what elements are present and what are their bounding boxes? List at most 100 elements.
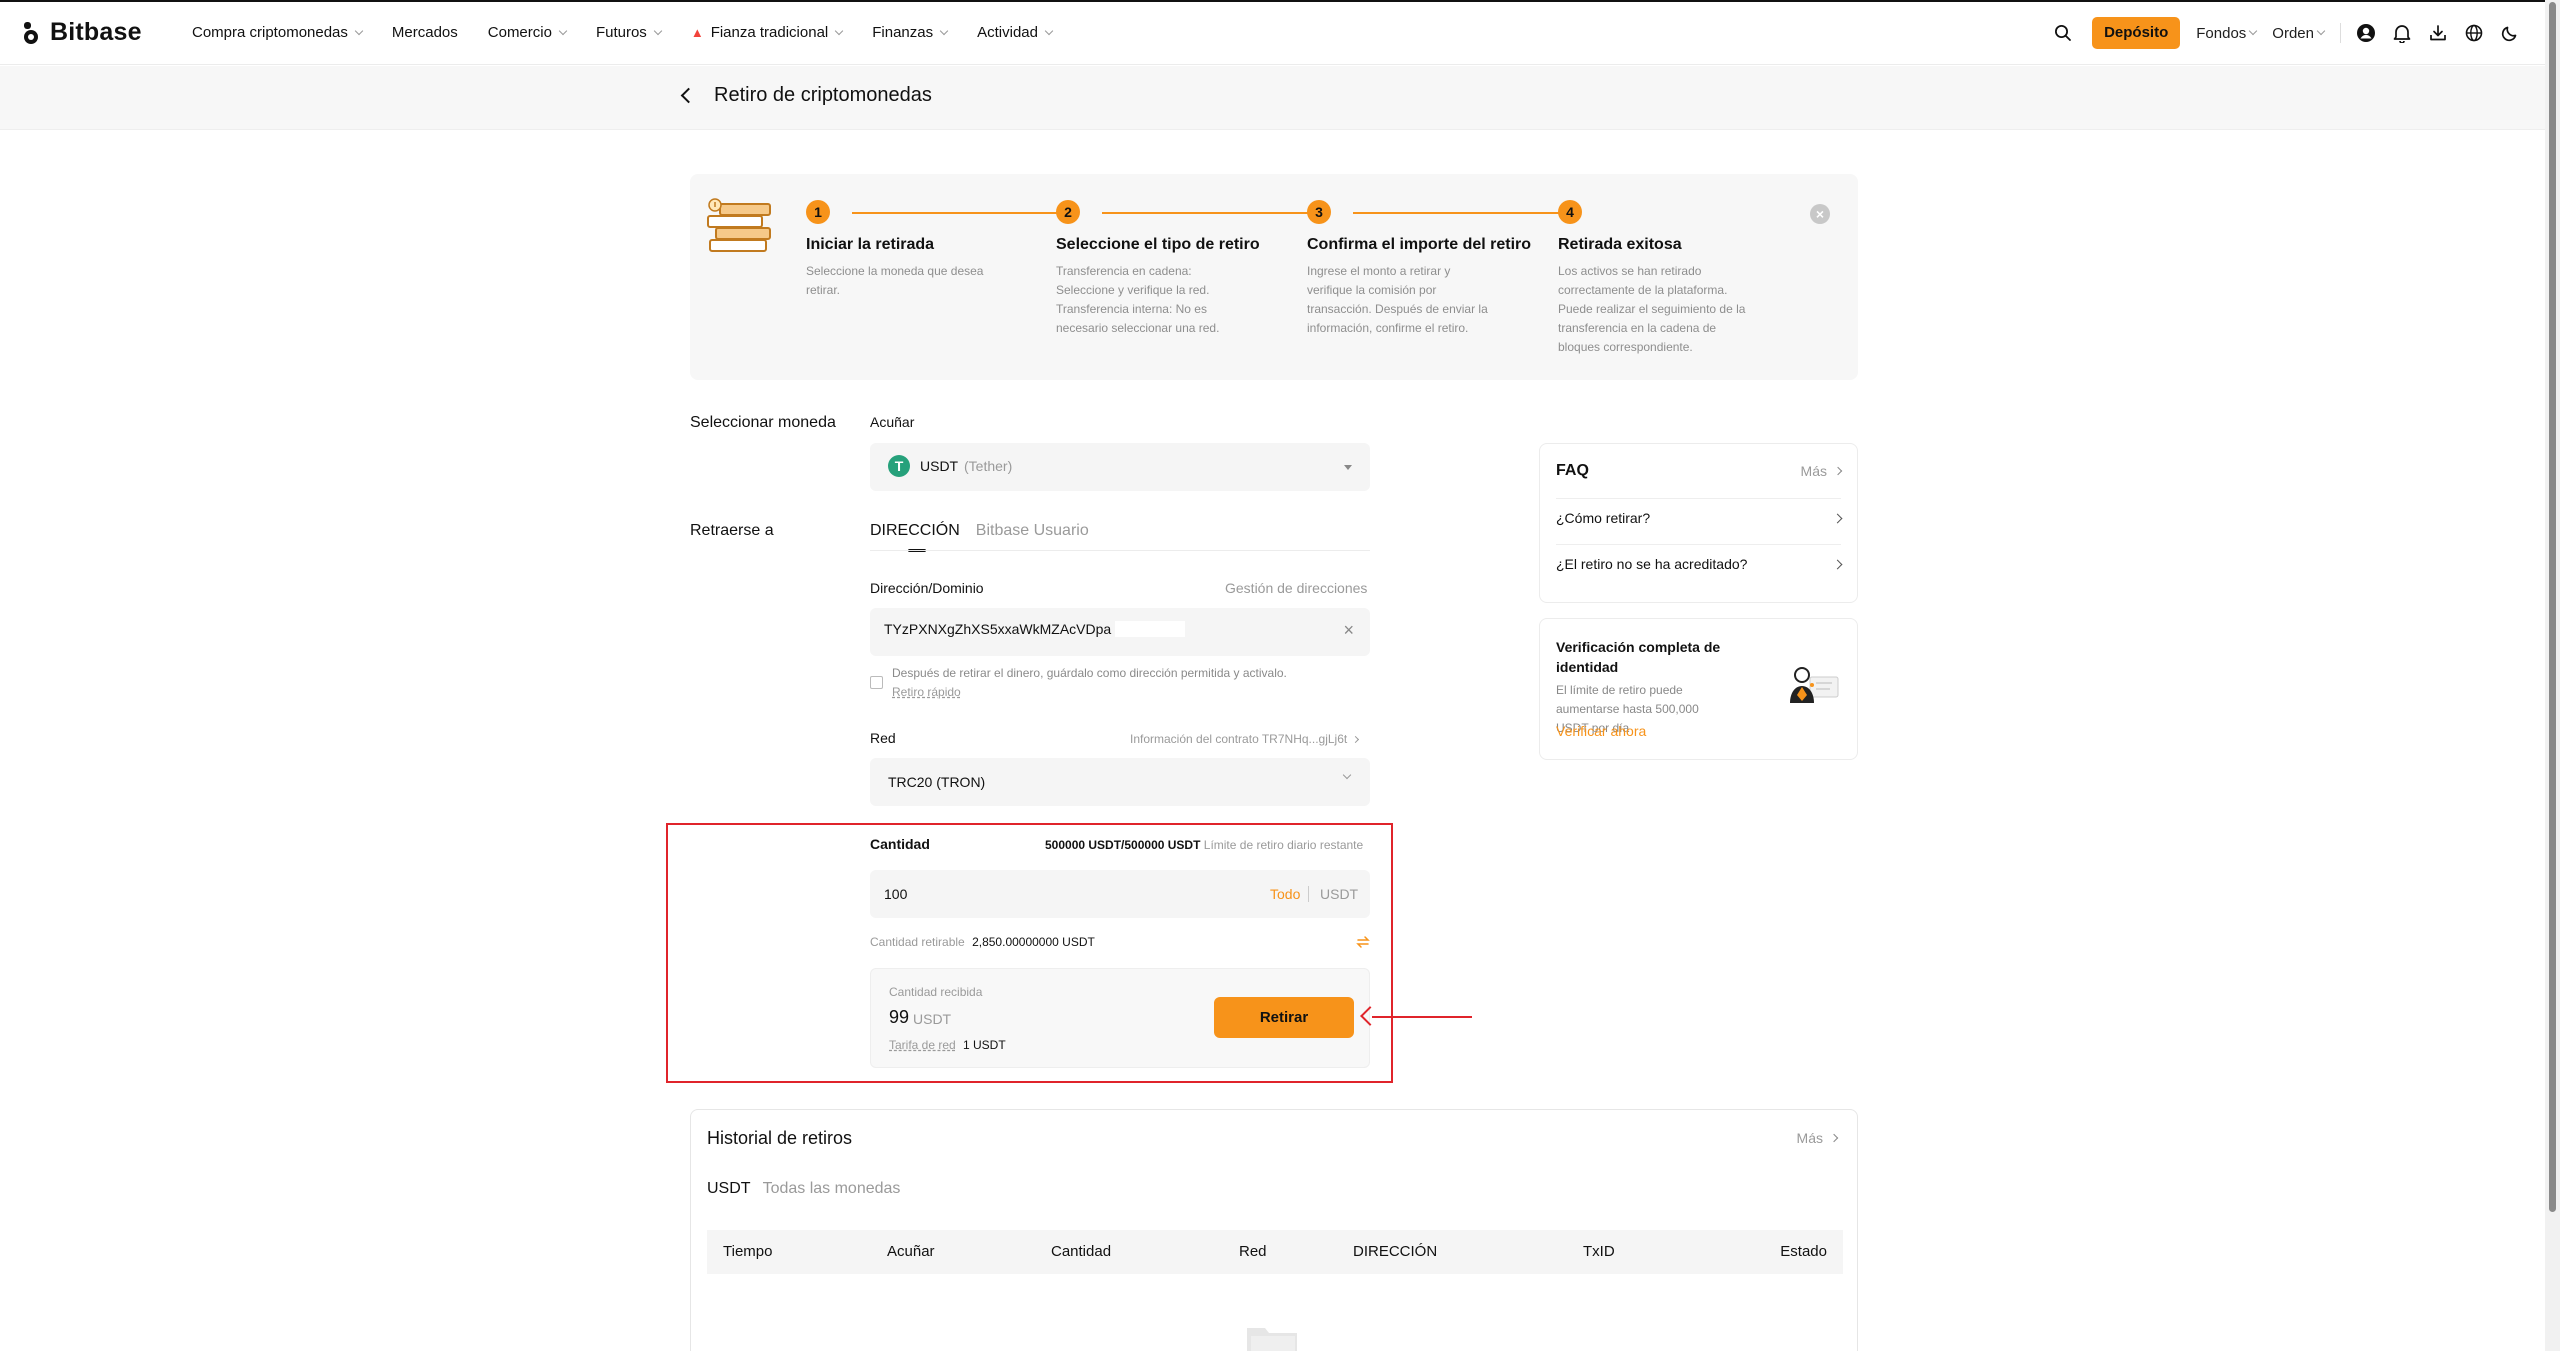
step-2: 2 Seleccione el tipo de retiro Transfere…: [1052, 196, 1296, 338]
menu-item-futures[interactable]: Futuros: [595, 24, 663, 41]
chevron-right-icon: [1352, 735, 1360, 743]
amount-value: 100: [884, 886, 908, 902]
amount-divider: [1308, 886, 1309, 902]
theme-toggle-icon[interactable]: [2499, 22, 2521, 44]
download-icon[interactable]: [2427, 22, 2449, 44]
chevron-down-icon: [1342, 770, 1352, 780]
top-navbar: Bitbase Compra criptomonedas Mercados Co…: [0, 2, 2545, 65]
withdrawable-label: Cantidad retirable: [870, 935, 965, 949]
amount-input[interactable]: 100 Todo USDT: [870, 870, 1370, 918]
verify-now-link[interactable]: Verificar ahora: [1556, 723, 1646, 739]
menu-label: Comercio: [487, 24, 552, 41]
empty-folder-icon: [1247, 1328, 1297, 1351]
deposit-button[interactable]: Depósito: [2092, 17, 2181, 49]
network-select[interactable]: TRC20 (TRON): [870, 758, 1370, 806]
received-value: 99: [889, 1007, 910, 1027]
coin-select[interactable]: T USDT (Tether): [870, 443, 1370, 491]
chevron-down-icon: [2249, 26, 2258, 36]
network-fee-label: Tarifa de red: [889, 1038, 956, 1052]
orders-label: Orden: [2272, 24, 2314, 42]
page-scrollbar[interactable]: [2545, 0, 2560, 1351]
faq-card: FAQ Más ¿Cómo retirar? ¿El retiro no se …: [1539, 443, 1858, 603]
tether-coin-icon: T: [888, 455, 910, 477]
faq-more-label: Más: [1800, 463, 1827, 479]
swap-icon[interactable]: [1356, 935, 1370, 949]
close-icon[interactable]: ×: [1810, 204, 1830, 224]
menu-item-finance[interactable]: Finanzas: [872, 24, 949, 41]
brand-name: Bitbase: [50, 18, 142, 46]
faq-more-link[interactable]: Más: [1800, 463, 1843, 479]
menu-label: Futuros: [595, 24, 647, 41]
save-address-checkbox[interactable]: [870, 676, 883, 689]
chevron-down-icon: [354, 26, 364, 35]
tab-address[interactable]: DIRECCIÓN: [870, 522, 960, 552]
chevron-right-icon: [1833, 466, 1843, 476]
menu-label: Mercados: [391, 24, 458, 41]
withdraw-steps-panel: 1 Iniciar la retirada Seleccione la mone…: [690, 174, 1858, 380]
step-4: 4 Retirada exitosa Los activos se han re…: [1554, 196, 1798, 357]
dropdown-arrow-icon: [1344, 465, 1352, 470]
menu-item-trade[interactable]: Comercio: [487, 24, 568, 41]
step-description: Ingrese el monto a retirar y verifique l…: [1307, 264, 1488, 335]
user-icon[interactable]: [2355, 22, 2377, 44]
back-arrow-icon[interactable]: [680, 87, 697, 104]
column-header: Estado: [1780, 1243, 1827, 1260]
save-address-text: Después de retirar el dinero, guárdalo c…: [892, 666, 1287, 680]
filter-usdt[interactable]: USDT: [707, 1180, 751, 1198]
address-label: Dirección/Dominio: [870, 580, 984, 596]
faq-divider: [1556, 498, 1841, 499]
bitbase-logo-icon: [22, 21, 44, 44]
bell-icon[interactable]: [2391, 22, 2413, 44]
address-management-link[interactable]: Gestión de direcciones: [1225, 580, 1367, 596]
faq-question: ¿Cómo retirar?: [1556, 510, 1651, 526]
bitbase-logo[interactable]: Bitbase: [22, 18, 142, 47]
menu-item-markets[interactable]: Mercados: [392, 24, 458, 41]
funds-label: Fondos: [2196, 24, 2247, 42]
step-3: 3 Confirma el importe del retiro Ingrese…: [1303, 196, 1547, 338]
history-more-link[interactable]: Más: [1796, 1130, 1839, 1146]
withdraw-to-label: Retraerse a: [690, 522, 774, 539]
funds-menu[interactable]: Fondos: [2196, 24, 2258, 42]
address-input[interactable]: TYzPXNXgZhXS5xxaWkMZAcVDpa ×: [870, 608, 1370, 656]
history-title: Historial de retiros: [707, 1128, 853, 1148]
search-icon[interactable]: [2052, 22, 2074, 44]
network-fee-value: 1 USDT: [963, 1038, 1006, 1052]
faq-title: FAQ: [1556, 462, 1589, 479]
tab-bitbase-user[interactable]: Bitbase Usuario: [976, 522, 1089, 540]
filter-all-coins[interactable]: Todas las monedas: [763, 1180, 901, 1198]
withdraw-button[interactable]: Retirar: [1214, 997, 1354, 1038]
faq-item[interactable]: ¿Cómo retirar?: [1556, 510, 1843, 526]
step-description: Seleccione la moneda que desea retirar.: [806, 264, 984, 297]
step-number: 2: [1052, 196, 1084, 228]
verification-illustration-icon: [1790, 667, 1839, 703]
clear-input-icon[interactable]: ×: [1343, 620, 1354, 641]
menu-item-buy-crypto[interactable]: Compra criptomonedas: [192, 24, 364, 41]
chevron-down-icon: [558, 26, 568, 35]
menu-label: Finanzas: [872, 24, 934, 41]
quick-withdraw-link[interactable]: Retiro rápido: [892, 685, 961, 699]
daily-limit: 500000 USDT/500000 USDT Límite de retiro…: [1045, 838, 1363, 852]
history-more-label: Más: [1796, 1130, 1823, 1146]
step-title: Confirma el importe del retiro: [1307, 236, 1532, 253]
column-header: Acuñar: [887, 1243, 935, 1260]
chevron-down-icon: [653, 26, 663, 35]
received-label: Cantidad recibida: [889, 985, 983, 999]
step-title: Seleccione el tipo de retiro: [1056, 236, 1260, 253]
globe-icon[interactable]: [2463, 22, 2485, 44]
books-illustration-icon: [707, 198, 771, 252]
flame-icon: ▲: [690, 25, 704, 40]
verification-title: Verificación completa de identidad: [1556, 639, 1721, 675]
faq-item[interactable]: ¿El retiro no se ha acreditado?: [1556, 556, 1843, 572]
history-filters: USDT Todas las monedas: [707, 1180, 900, 1198]
scrollbar-thumb[interactable]: [2549, 2, 2556, 1212]
column-header: Cantidad: [1051, 1243, 1112, 1260]
chevron-right-icon: [1829, 1133, 1839, 1143]
withdraw-type-tabs: DIRECCIÓN Bitbase Usuario: [870, 522, 1089, 552]
step-number: 1: [802, 196, 834, 228]
orders-menu[interactable]: Orden: [2272, 24, 2326, 42]
menu-item-traditional-finance[interactable]: ▲ Fianza tradicional: [690, 24, 844, 41]
menu-item-activity[interactable]: Actividad: [977, 24, 1054, 41]
column-header: DIRECCIÓN: [1353, 1243, 1438, 1260]
contract-info-link[interactable]: Información del contrato TR7NHq...gjLj6t: [1130, 732, 1360, 746]
all-amount-button[interactable]: Todo: [1270, 886, 1300, 902]
